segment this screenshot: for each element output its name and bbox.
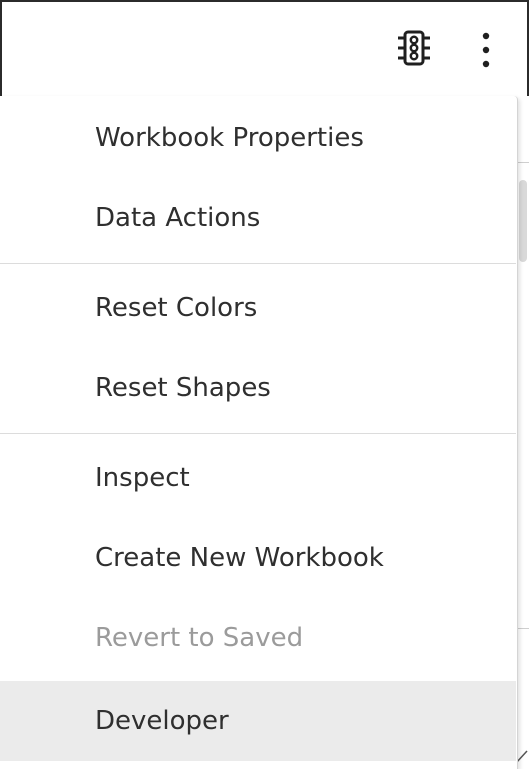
menu-item-label: Create New Workbook: [95, 543, 384, 573]
menu-separator: [0, 433, 516, 434]
menu-item-revert-to-saved: Revert to Saved: [0, 598, 516, 678]
menu-item-label: Reset Shapes: [95, 373, 271, 403]
menu-item-label: Revert to Saved: [95, 623, 304, 653]
menu-item-developer[interactable]: Developer: [0, 681, 516, 761]
toolbar: [0, 0, 529, 96]
scrollbar-thumb[interactable]: [519, 180, 527, 262]
menu-item-reset-shapes[interactable]: Reset Shapes: [0, 348, 516, 428]
menu-item-label: Developer: [95, 706, 229, 736]
menu-item-inspect[interactable]: Inspect: [0, 438, 516, 518]
menu-item-label: Reset Colors: [95, 293, 258, 323]
menu-item-label: Inspect: [95, 463, 190, 493]
menu-separator: [0, 263, 516, 264]
menu-item-label: Workbook Properties: [95, 123, 364, 153]
more-vertical-icon[interactable]: [476, 30, 496, 70]
menu-item-data-actions[interactable]: Data Actions: [0, 178, 516, 258]
menu-item-create-new-workbook[interactable]: Create New Workbook: [0, 518, 516, 598]
traffic-light-icon[interactable]: [396, 30, 432, 66]
overflow-menu: Workbook Properties Data Actions Reset C…: [0, 96, 518, 769]
menu-item-label: Data Actions: [95, 203, 261, 233]
menu-item-reset-colors[interactable]: Reset Colors: [0, 268, 516, 348]
menu-item-workbook-properties[interactable]: Workbook Properties: [0, 98, 516, 178]
